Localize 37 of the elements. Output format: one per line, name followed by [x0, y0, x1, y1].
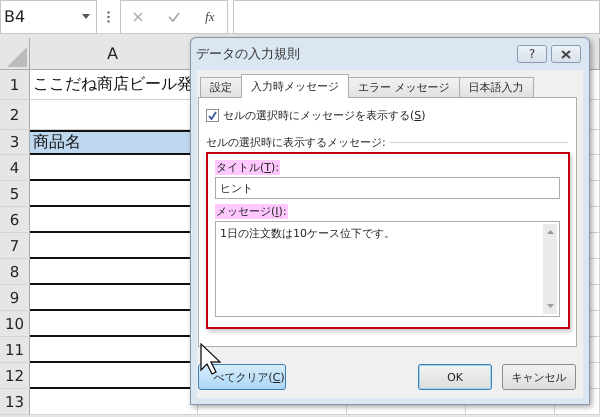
- message-input-field[interactable]: 1日の注文数は10ケース位下です。: [215, 221, 560, 317]
- row-header[interactable]: 1: [0, 70, 30, 100]
- row-header[interactable]: 3: [0, 130, 30, 155]
- row-header[interactable]: 6: [0, 207, 30, 233]
- close-button[interactable]: [551, 45, 581, 63]
- dialog-title: データの入力規則: [196, 46, 301, 63]
- row-header[interactable]: 7: [0, 233, 30, 259]
- row-header[interactable]: 13: [0, 389, 30, 415]
- row-header[interactable]: 2: [0, 100, 30, 130]
- dropdown-caret-icon: [82, 14, 90, 19]
- checkbox[interactable]: [206, 109, 219, 122]
- close-icon[interactable]: [561, 50, 571, 58]
- formula-input[interactable]: [233, 0, 600, 34]
- tab[interactable]: 日本語入力: [458, 77, 534, 98]
- check-icon[interactable]: [168, 12, 180, 22]
- tab[interactable]: エラー メッセージ: [348, 77, 460, 98]
- row-header[interactable]: 9: [0, 285, 30, 311]
- help-button[interactable]: ?: [517, 45, 547, 63]
- row-header[interactable]: 4: [0, 155, 30, 181]
- insert-function-button[interactable]: fx: [205, 8, 215, 24]
- title-input-field[interactable]: ヒント: [215, 177, 560, 199]
- row-header[interactable]: 11: [0, 337, 30, 363]
- name-box[interactable]: B4: [0, 0, 97, 34]
- group-label: セルの選択時に表示するメッセージ:: [206, 135, 386, 150]
- field-label: メッセージ(I):: [215, 204, 288, 219]
- ok-button[interactable]: OK: [418, 364, 492, 390]
- cancel-button[interactable]: キャンセル: [502, 364, 576, 390]
- tab[interactable]: 設定: [200, 77, 242, 98]
- field-label: タイトル(T):: [215, 160, 280, 175]
- tab[interactable]: 入力時メッセージ: [241, 74, 349, 98]
- checkbox-label: セルの選択時にメッセージを表示する(S): [223, 108, 426, 123]
- row-header[interactable]: 10: [0, 311, 30, 337]
- more-icon: [107, 10, 110, 22]
- row-header[interactable]: 12: [0, 363, 30, 389]
- row-header[interactable]: 8: [0, 259, 30, 285]
- clear-all-button[interactable]: べてクリア(C): [198, 364, 286, 390]
- row-header[interactable]: 5: [0, 181, 30, 207]
